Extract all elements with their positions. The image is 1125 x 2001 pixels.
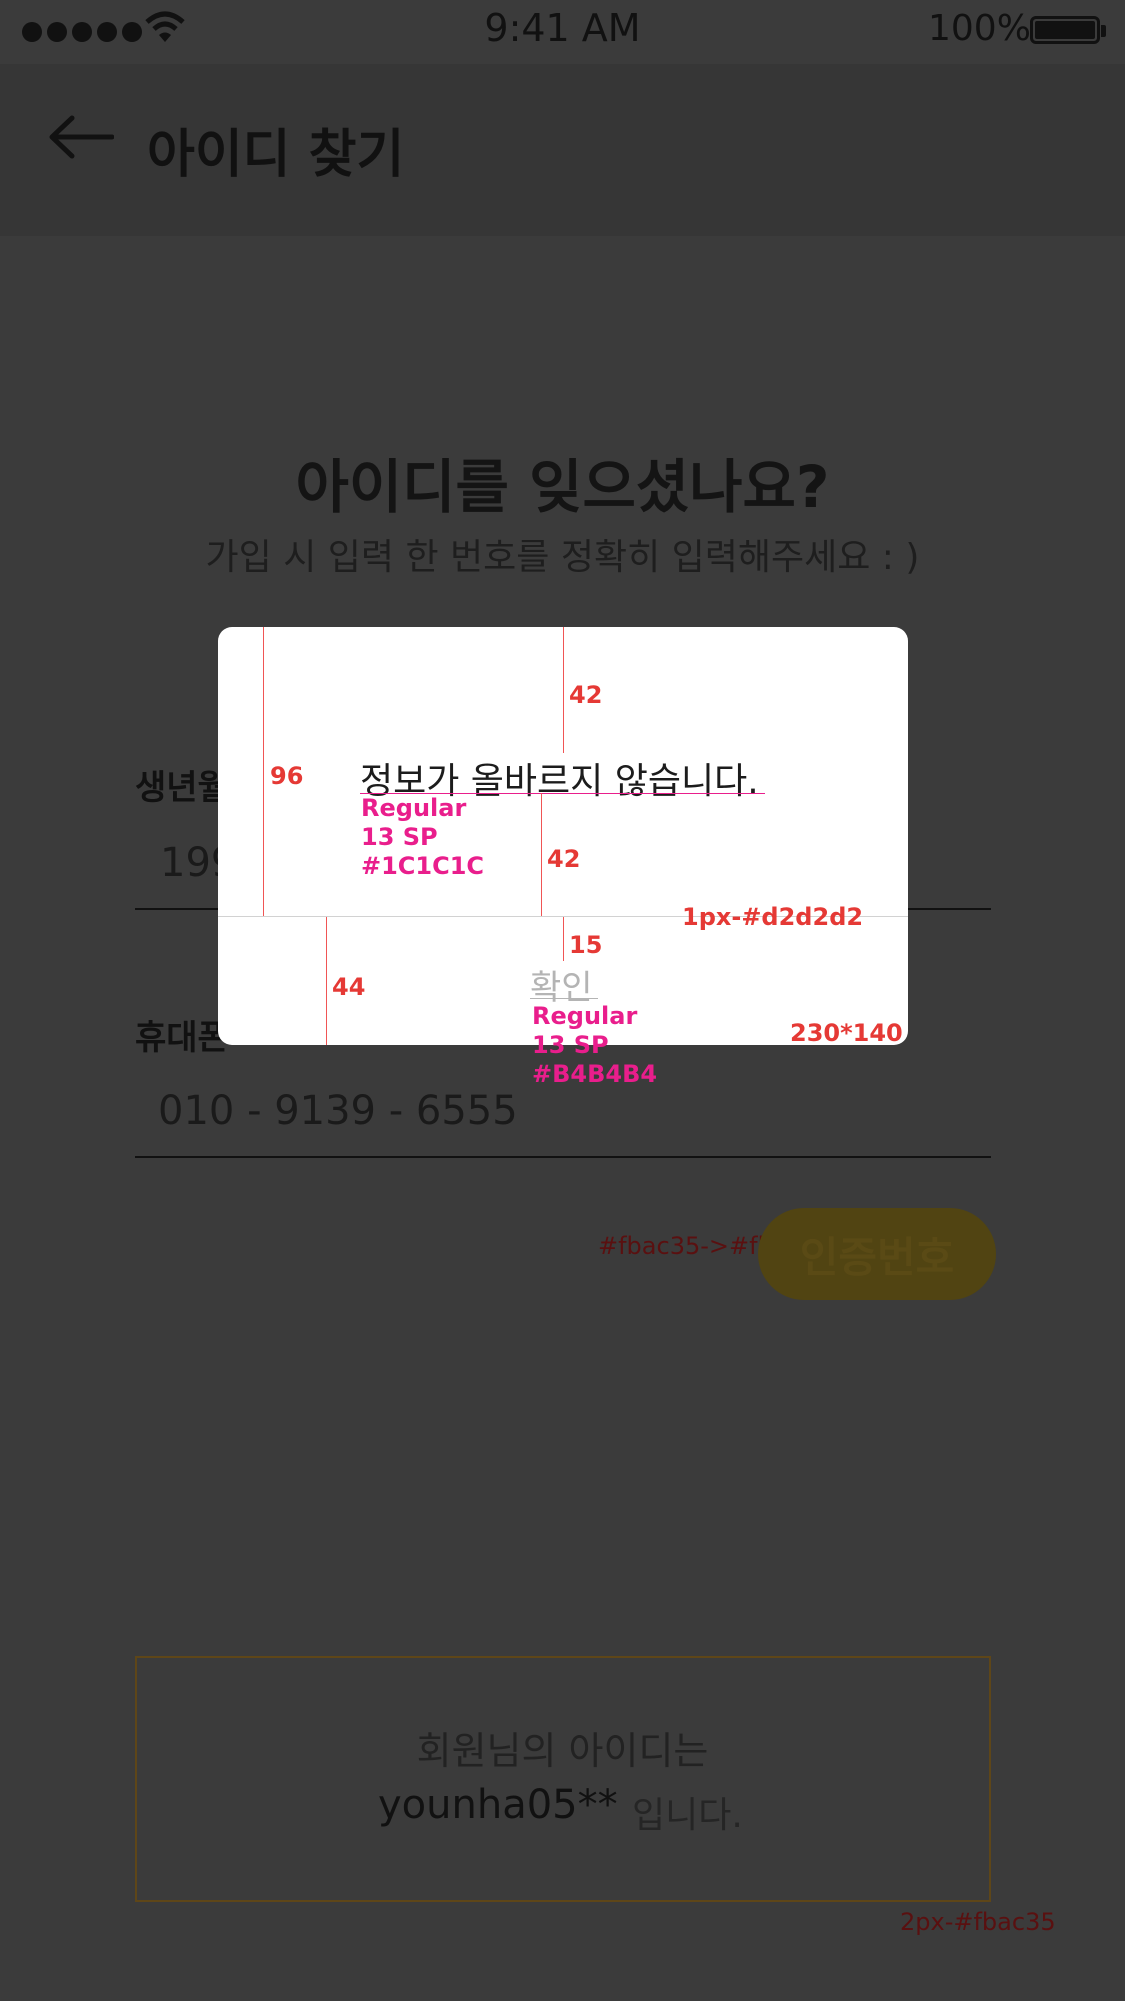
spec-line-button [326, 917, 327, 1045]
status-bar: 9:41 AM 100% [0, 0, 1125, 64]
spec-top-gap: 42 [569, 681, 603, 709]
main-title: 아이디를 잊으셨나요? [295, 453, 830, 521]
spec-line-msg [541, 793, 542, 916]
battery-icon [1030, 16, 1100, 44]
battery-percent: 100% [928, 8, 1031, 49]
phone-underline [135, 1156, 991, 1158]
result-user-id: younha05** [378, 1782, 618, 1828]
spec-ok-underline [530, 998, 598, 999]
spec-size: 230*140 [790, 1019, 903, 1047]
spec-left-height: 96 [270, 762, 304, 790]
spec-divider: 1px-#d2d2d2 [682, 903, 864, 931]
verification-code-button[interactable]: 인증번호 [758, 1208, 996, 1300]
spec-msg-gap: 42 [547, 845, 581, 873]
verification-code-label: 인증번호 [799, 1232, 955, 1282]
phone-input[interactable]: 010 - 9139 - 6555 [158, 1088, 518, 1134]
border-annotation: 2px-#fbac35 [900, 1908, 1056, 1936]
spec-ok-gap: 15 [569, 931, 603, 959]
spec-line-left [263, 627, 264, 916]
back-arrow-icon[interactable] [48, 115, 114, 159]
spec-button-height: 44 [332, 973, 366, 1001]
battery-tip [1101, 25, 1106, 37]
main-subtitle: 가입 시 입력 한 번호를 정확히 입력해주세요 : ) [205, 537, 920, 578]
page-title: 아이디 찾기 [147, 125, 405, 185]
result-label: 회원님의 아이디는 [416, 1729, 709, 1773]
spec-line-ok [563, 917, 564, 961]
phone-label: 휴대폰 [135, 1018, 229, 1058]
birth-label: 생년월 [135, 768, 229, 808]
result-suffix: 입니다. [632, 1795, 743, 1836]
result-box [135, 1656, 991, 1902]
spec-line-top [563, 627, 564, 753]
spec-msg-font: Regular 13 SP #1C1C1C [361, 794, 485, 880]
spec-ok-font: Regular 13 SP #B4B4B4 [532, 1002, 658, 1088]
